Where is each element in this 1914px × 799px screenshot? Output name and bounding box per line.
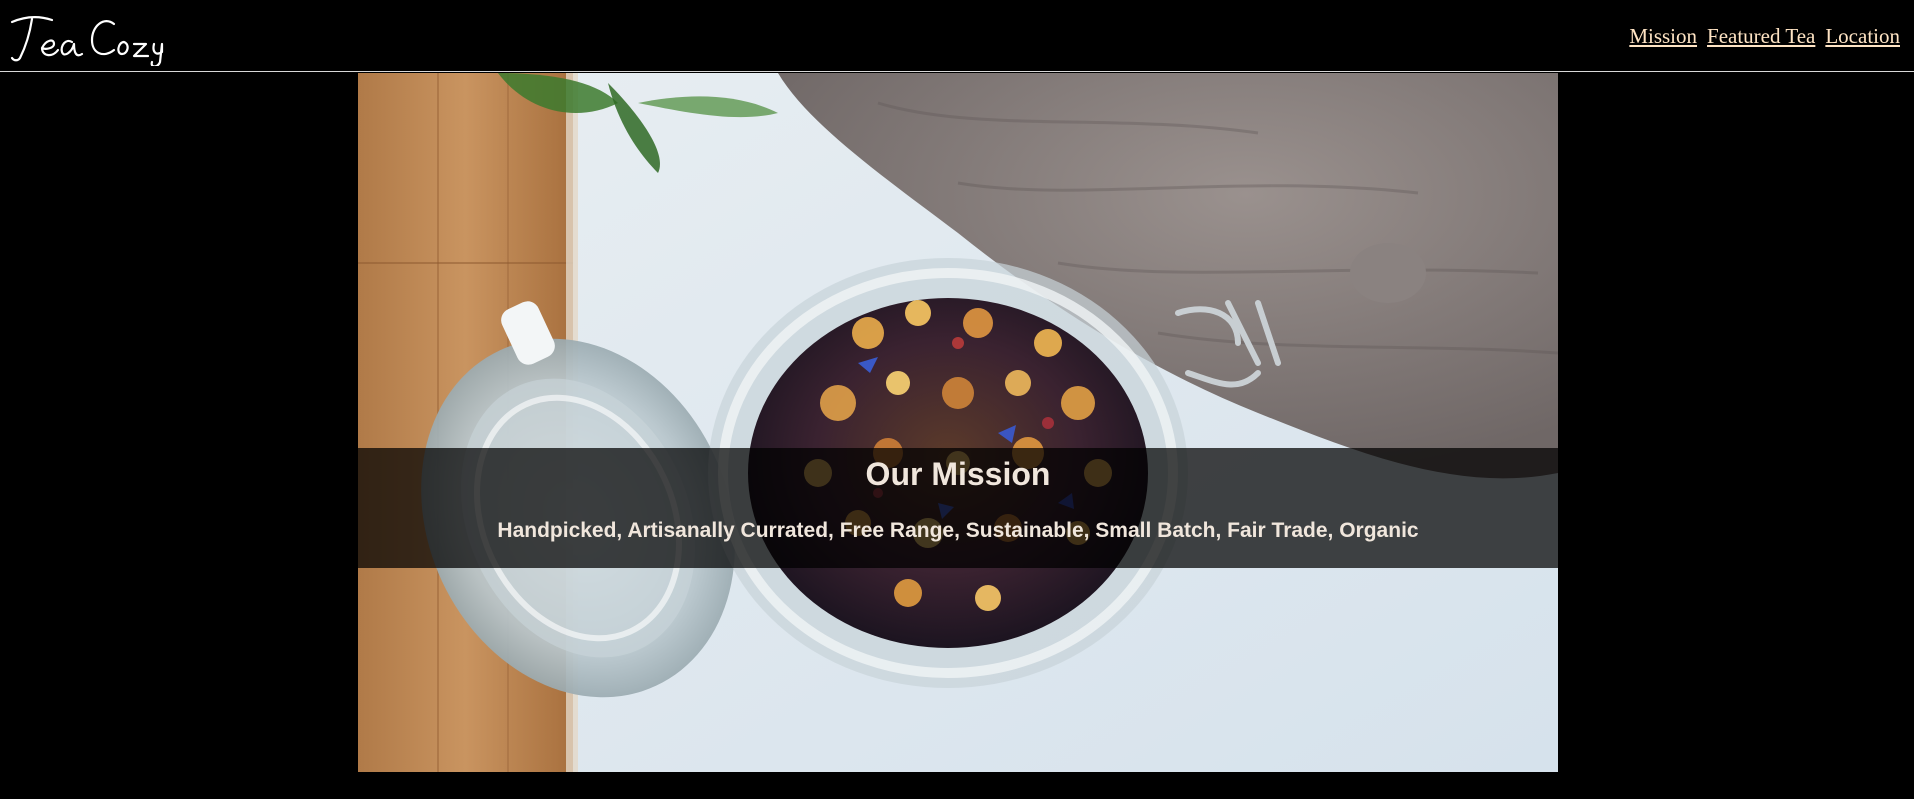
main-nav: Mission Featured Tea Location: [1629, 24, 1900, 49]
tea-cozy-script-logo: [10, 16, 164, 66]
nav-link-featured-tea[interactable]: Featured Tea: [1707, 24, 1815, 49]
tea-jar-hero-image: [358, 73, 1558, 772]
mission-text: Handpicked, Artisanally Currated, Free R…: [497, 519, 1419, 542]
brand-logo[interactable]: [8, 4, 168, 68]
nav-link-mission[interactable]: Mission: [1629, 24, 1697, 49]
site-header: Mission Featured Tea Location: [0, 0, 1914, 72]
mission-hero: Our Mission Handpicked, Artisanally Curr…: [358, 73, 1558, 772]
nav-link-location[interactable]: Location: [1825, 24, 1900, 49]
mission-title: Our Mission: [865, 456, 1051, 492]
